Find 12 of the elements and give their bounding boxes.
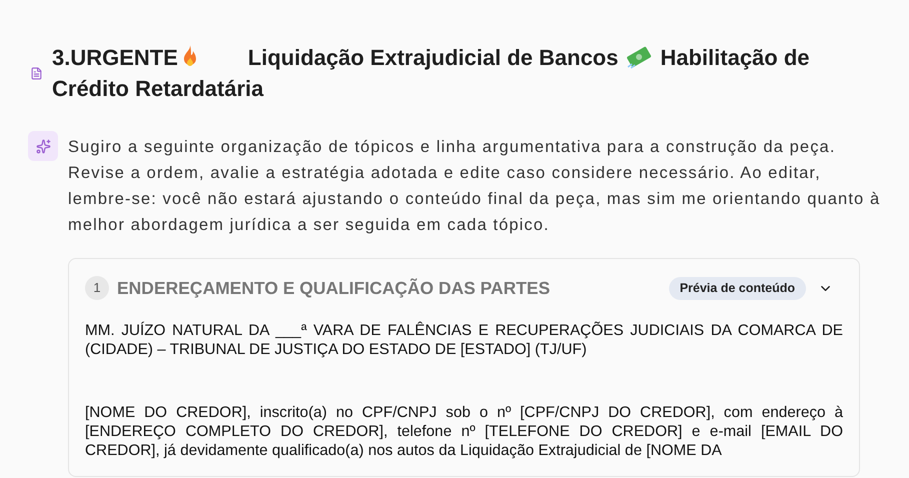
- content-paragraph: [NOME DO CREDOR], inscrito(a) no CPF/CNPJ sob o nº [CPF/CNPJ DO CREDOR], com endereço à [ENDEREÇO COMPLETO DO CREDOR], telefone nº [TELEFONE DO CREDOR] e e-mail [EMAIL DO CREDOR], já devidamente qualificado(a) nos autos da Liquidação Extrajudicial de [NOME DA: [85, 403, 843, 460]
- topic-number: 1: [85, 276, 109, 300]
- topic-title: ENDEREÇAMENTO E QUALIFICAÇÃO DAS PARTES: [117, 277, 551, 300]
- document-icon: [30, 67, 43, 80]
- title-text: Crédito Retardatária: [52, 76, 264, 101]
- intro-paragraph: Sugiro a seguinte organização de tópicos e linha argumentativa para a construção da peça. Revise a ordem, avalie a estratégia adotada e edite caso considere necessário. Ao editar, lembre-se: você não estará ajustando o conteúdo final da peça, mas sim me orientando quanto à melhor abordagem jurídica a ser seguida em cada tópico.: [68, 137, 882, 236]
- sparkle-icon: [36, 138, 50, 154]
- title-text: Habilitação de: [660, 45, 810, 70]
- title-text: Liquidação Extrajudicial de Bancos: [248, 45, 618, 70]
- title-text: 3.URGENTE: [52, 45, 178, 70]
- content-paragraph: MM. JUÍZO NATURAL DA ___ª VARA DE FALÊNCIAS E RECUPERAÇÕES JUDICIAIS DA COMARCA DE (CIDADE) – TRIBUNAL DE JUSTIÇA DO ESTADO DE [ESTADO] (TJ/UF): [85, 321, 843, 360]
- preview-badge: Prévia de conteúdo: [668, 276, 806, 300]
